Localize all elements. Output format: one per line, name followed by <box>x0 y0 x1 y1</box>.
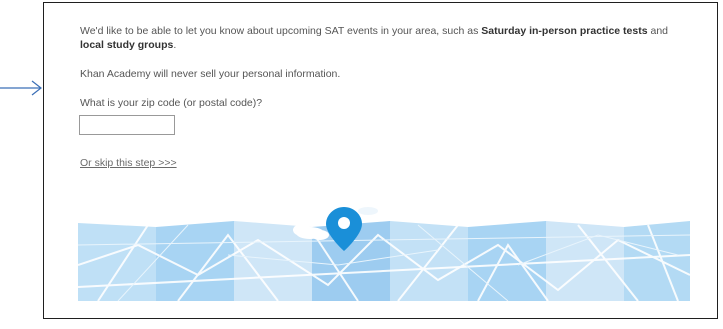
privacy-note: Khan Academy will never sell your person… <box>80 68 341 80</box>
intro-text: We'd like to be able to let you know abo… <box>80 24 690 52</box>
intro-text-middle: and <box>647 25 668 37</box>
annotation-arrow-icon <box>0 80 42 96</box>
zip-code-input[interactable] <box>79 115 175 135</box>
intro-text-start: We'd like to be able to let you know abo… <box>80 25 482 37</box>
skip-step-link[interactable]: Or skip this step >>> <box>80 157 177 169</box>
map-illustration <box>78 207 690 301</box>
intro-highlight-study-groups: local study groups <box>80 39 174 51</box>
intro-highlight-practice-tests: Saturday in-person practice tests <box>481 25 648 37</box>
zip-code-label: What is your zip code (or postal code)? <box>80 97 263 109</box>
intro-text-end: . <box>173 39 177 51</box>
